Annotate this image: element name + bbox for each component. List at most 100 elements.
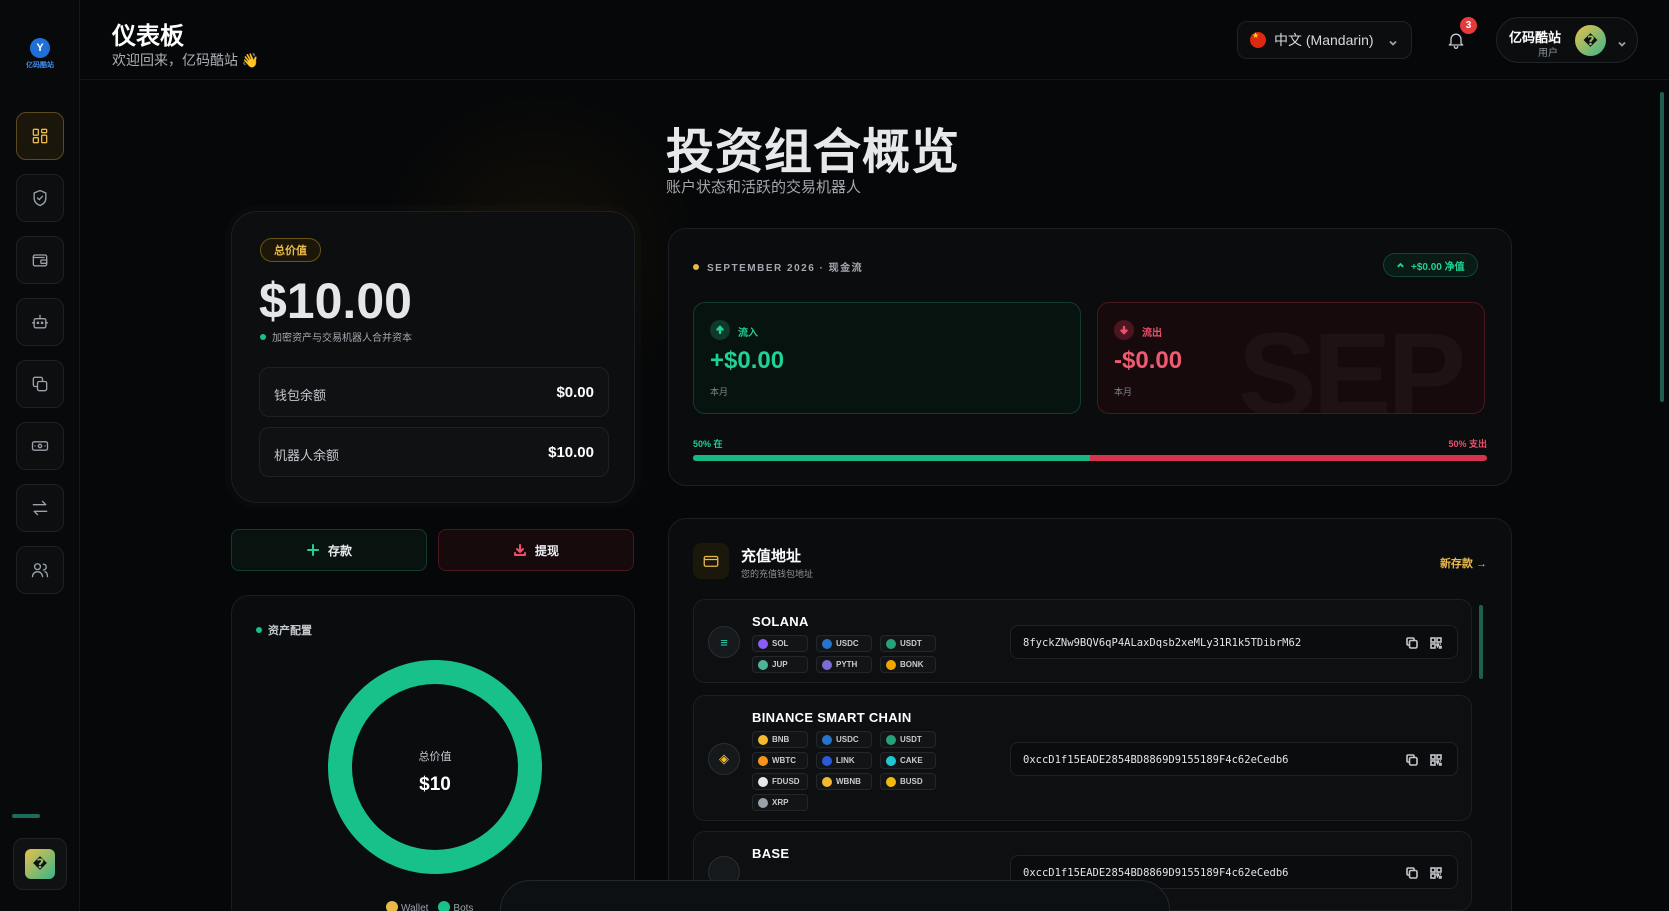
copy-icon[interactable] [1405, 636, 1419, 650]
qr-code-icon[interactable] [1429, 866, 1443, 880]
avatar: � [1575, 25, 1606, 56]
shield-icon [33, 189, 47, 207]
token-symbol: BONK [900, 660, 924, 669]
china-flag-icon [1250, 31, 1266, 48]
brand-logo[interactable]: Y 亿码酷站 [20, 38, 60, 74]
token-chip: USDC [816, 731, 872, 748]
new-deposit-link[interactable]: 新存款 → [1440, 555, 1487, 571]
avatar: � [25, 849, 55, 879]
withdraw-label: 提现 [534, 543, 559, 558]
token-icon [822, 638, 832, 649]
plus-icon [306, 544, 319, 556]
legend-label: Wallet [401, 903, 429, 911]
wallet-balance-label: 钱包余额 [274, 388, 327, 403]
total-note: 加密资产与交易机器人合并资本 [260, 329, 412, 344]
user-menu[interactable]: 亿码酷站 用户 � [1496, 17, 1638, 63]
token-icon [822, 776, 832, 787]
chain-logo-icon: ◈ [708, 743, 740, 775]
deposit-button[interactable]: 存款 [231, 529, 427, 571]
token-chip: LINK [816, 752, 872, 769]
page-title: 投资组合概览 [666, 126, 961, 179]
main-scrollbar[interactable] [1660, 92, 1664, 402]
sidebar-item-wallet[interactable] [16, 236, 64, 284]
wallet-address[interactable]: 0xccD1f15EADE2854BD8869D9155189F4c62eCed… [1023, 867, 1289, 879]
token-chip: BONK [880, 656, 936, 673]
status-dot [693, 263, 699, 270]
qr-code-icon[interactable] [1429, 636, 1443, 650]
allocation-title-text: 资产配置 [268, 625, 312, 637]
token-chip: FDUSD [752, 773, 808, 790]
sidebar: Y 亿码酷站 � [0, 0, 80, 911]
address-list-scrollbar[interactable] [1479, 605, 1483, 679]
donut-slice-bots[interactable] [328, 660, 542, 874]
token-icon [758, 755, 768, 766]
bottom-floating-bar [500, 880, 1170, 911]
outflow-period: 本月 [1114, 387, 1133, 397]
token-symbol: BNB [772, 735, 790, 744]
page-header-title: 仪表板 [112, 23, 184, 50]
month-label-text: SEPTEMBER 2026 · 现金流 [707, 263, 864, 274]
chain-name: BASE [752, 846, 790, 861]
allocation-title: 资产配置 [256, 622, 312, 638]
sidebar-item-cash[interactable] [16, 422, 64, 470]
chevron-up-icon [1397, 262, 1404, 268]
user-role: 用户 [1538, 48, 1558, 59]
net-value-pill: +$0.00 净值 [1383, 253, 1478, 277]
legend-item-wallet[interactable]: Wallet [386, 901, 428, 911]
status-dot [260, 333, 266, 340]
sidebar-scrollbar[interactable] [0, 812, 80, 820]
token-chip: PYTH [816, 656, 872, 673]
copy-icon [32, 376, 48, 392]
token-chip: WBNB [816, 773, 872, 790]
copy-icon[interactable] [1405, 753, 1419, 767]
chain-row-solana: ≡ SOLANA SOL USDC USDT JUP PYTH BONK 8fyckZNw9BQ… [693, 599, 1472, 683]
inflow-value: +$0.00 [710, 347, 785, 374]
address-field[interactable]: 0xccD1f15EADE2854BD8869D9155189F4c62eCed… [1010, 742, 1458, 776]
total-value-card: 总价值 $10.00 加密资产与交易机器人合并资本 钱包余额 $0.00 机器人… [231, 211, 635, 503]
address-field[interactable]: 8fyckZNw9BQV6qP4ALaxDqsb2xeMLy31R1k5TDib… [1010, 625, 1458, 659]
qr-code-icon[interactable] [1429, 753, 1443, 767]
cashflow-ratio-bar [693, 455, 1487, 461]
users-icon [31, 563, 49, 578]
addresses-title: 充值地址 [741, 548, 802, 565]
allocation-legend: Wallet Bots [386, 901, 473, 911]
chevron-down-icon [1388, 35, 1398, 46]
sidebar-item-security[interactable] [16, 174, 64, 222]
deposit-label: 存款 [327, 543, 352, 558]
wallet-address[interactable]: 0xccD1f15EADE2854BD8869D9155189F4c62eCed… [1023, 754, 1289, 766]
token-chip: CAKE [880, 752, 936, 769]
legend-item-bots[interactable]: Bots [438, 901, 473, 911]
sidebar-item-users[interactable] [16, 546, 64, 594]
sidebar-scroll-thumb[interactable] [12, 814, 40, 818]
token-chip: JUP [752, 656, 808, 673]
token-symbol: USDC [836, 735, 859, 744]
monthly-cashflow-card: SEPTEMBER 2026 · 现金流 +$0.00 净值 流入 +$0.00… [668, 228, 1512, 486]
bot-balance-label: 机器人余额 [274, 448, 340, 463]
copy-icon[interactable] [1405, 866, 1419, 880]
net-value: +$0.00 净值 [1411, 261, 1465, 273]
sidebar-avatar[interactable]: � [13, 838, 67, 890]
notification-badge: 3 [1460, 17, 1477, 34]
wallet-address[interactable]: 8fyckZNw9BQV6qP4ALaxDqsb2xeMLy31R1k5TDib… [1023, 637, 1301, 649]
legend-swatch [386, 901, 398, 911]
token-symbol: BUSD [900, 777, 923, 786]
sidebar-item-copy[interactable] [16, 360, 64, 408]
token-symbol: USDC [836, 639, 859, 648]
deposit-addresses-card: 充值地址 您的充值钱包地址 新存款 → ≡ SOLANA SOL USDC USDT JU… [668, 518, 1512, 911]
wallet-balance-row: 钱包余额 $0.00 [259, 367, 609, 417]
token-symbol: XRP [772, 798, 789, 807]
outflow-percent: 50% 支出 [1448, 439, 1487, 449]
sidebar-item-transfer[interactable] [16, 484, 64, 532]
outflow-label: 流出 [1142, 328, 1162, 339]
inflow-period: 本月 [710, 387, 729, 397]
month-label: SEPTEMBER 2026 · 现金流 [693, 259, 863, 274]
withdraw-button[interactable]: 提现 [438, 529, 634, 571]
sidebar-item-dashboard[interactable] [16, 112, 64, 160]
language-select[interactable]: 中文 (Mandarin) [1237, 21, 1412, 59]
wallet-icon [32, 254, 48, 267]
arrow-down-icon [1114, 320, 1134, 340]
bot-balance-row: 机器人余额 $10.00 [259, 427, 609, 477]
token-symbol: FDUSD [772, 777, 800, 786]
sidebar-item-bots[interactable] [16, 298, 64, 346]
legend-swatch [438, 901, 451, 911]
